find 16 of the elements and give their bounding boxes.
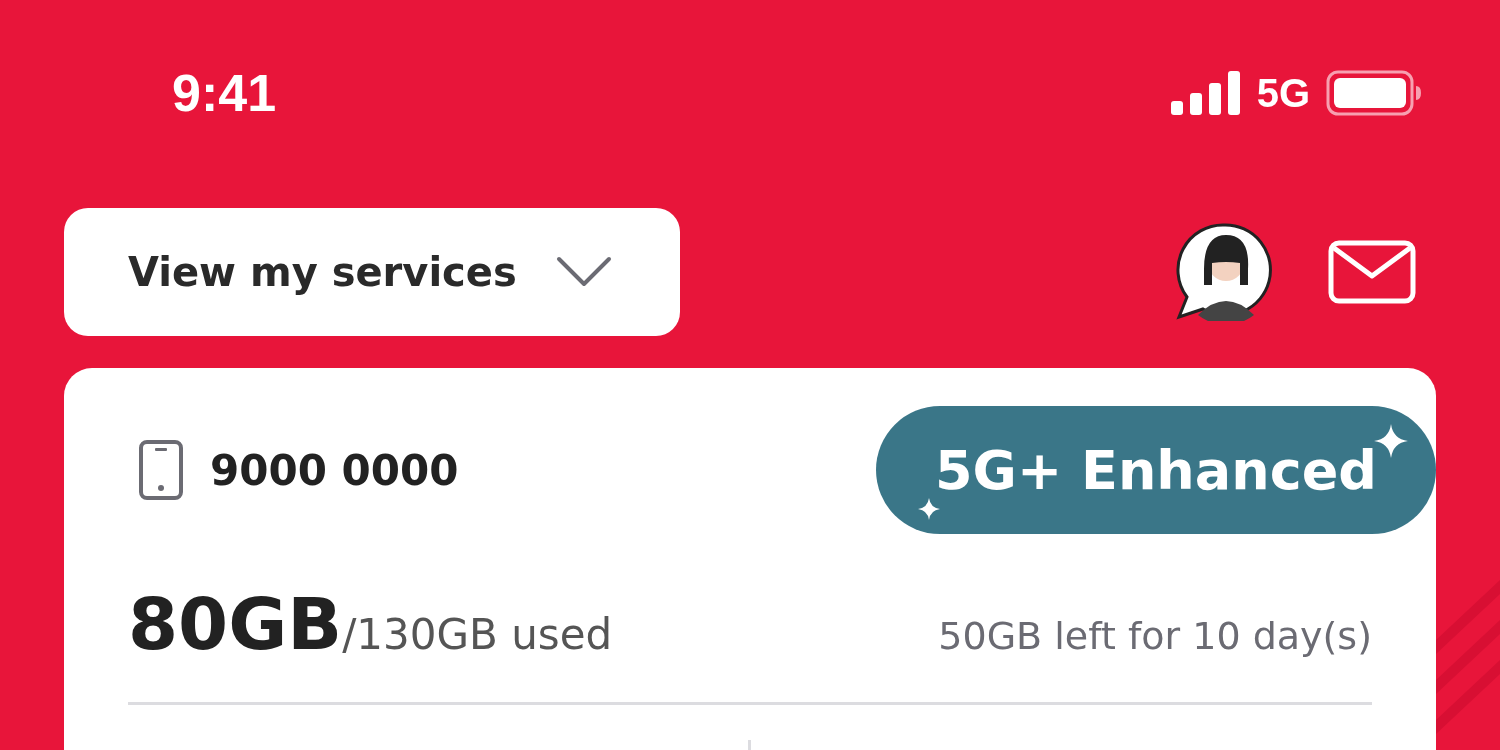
data-remaining: 50GB left for 10 day(s) [938,614,1372,658]
phone-icon [138,439,184,501]
network-type: 5G [1256,70,1310,116]
sparkle-icon [918,498,940,520]
phone-number: 9000 0000 [210,445,459,495]
signal-icon [1170,71,1241,115]
data-total: /130GB used [342,610,613,659]
chevron-down-icon [556,256,612,288]
battery-icon [1326,70,1422,116]
data-used: 80GB [128,582,343,666]
mail-icon[interactable] [1328,240,1416,304]
services-dropdown[interactable]: View my services [64,208,680,336]
avatar-icon[interactable] [1176,223,1274,321]
plan-badge: 5G+ Enhanced [876,406,1436,534]
sparkle-icon [1374,424,1408,458]
status-time: 9:41 [172,63,277,123]
